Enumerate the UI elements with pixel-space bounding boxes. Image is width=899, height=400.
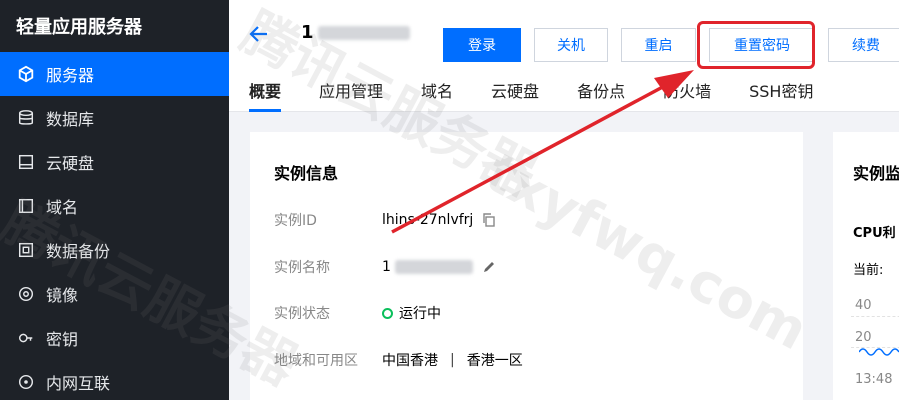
current-label: 当前: [853, 263, 884, 278]
cube-icon [16, 64, 36, 84]
zone-text: 香港一区 [466, 353, 523, 369]
sidebar-item-label: 服务器 [46, 66, 95, 85]
login-button[interactable]: 登录 [443, 28, 521, 62]
tab-bar: 概要 应用管理 域名 云硬盘 备份点 防火墙 SSH密钥 [249, 78, 851, 112]
tab-app-management[interactable]: 应用管理 [319, 78, 383, 112]
status-indicator-icon [382, 307, 393, 319]
cpu-usage-label: CPU利 [853, 226, 896, 241]
app-brand: 轻量应用服务器 [16, 17, 142, 38]
network-icon [16, 372, 36, 392]
disk-icon [16, 152, 36, 172]
monitor-title: 实例监 [853, 164, 899, 183]
instance-region-value: 中国香港 | 香港一区 [382, 350, 523, 370]
sidebar-item-backup[interactable]: 数据备份 [0, 228, 229, 272]
sidebar-item-label: 镜像 [46, 286, 79, 305]
instance-region-label: 地域和可用区 [274, 353, 358, 369]
backup-icon [16, 240, 36, 260]
instance-id-label: 实例ID [274, 213, 317, 229]
renew-button[interactable]: 续费 [828, 28, 899, 62]
image-icon [16, 284, 36, 304]
sidebar-item-label: 数据备份 [46, 242, 111, 261]
restart-button[interactable]: 重启 [621, 28, 696, 62]
instance-monitor-card: 实例监 CPU利 当前: 40 20 13:48 [833, 132, 899, 400]
sidebar-item-network[interactable]: 内网互联 [0, 360, 229, 400]
tab-firewall[interactable]: 防火墙 [663, 78, 711, 112]
sidebar-item-image[interactable]: 镜像 [0, 272, 229, 316]
tab-backup[interactable]: 备份点 [577, 78, 625, 112]
sidebar-item-key[interactable]: 密钥 [0, 316, 229, 360]
sidebar-item-label: 密钥 [46, 330, 79, 349]
shutdown-button[interactable]: 关机 [534, 28, 608, 62]
region-text: 中国香港 [382, 353, 438, 369]
axis-tick-20: 20 [855, 330, 872, 345]
sidebar-item-label: 数据库 [46, 110, 95, 129]
region-separator: | [450, 352, 455, 368]
instance-id-value: lhins-27nlvfrj [382, 212, 497, 228]
sidebar-item-domain[interactable]: 域名 [0, 184, 229, 228]
tab-overview[interactable]: 概要 [249, 78, 282, 112]
instance-title: 1 [301, 22, 410, 43]
copy-icon[interactable] [481, 212, 497, 228]
instance-name-text: 1 [382, 259, 391, 275]
main-content: 1 登录 关机 重启 重置密码 续费 概要 应用管理 域名 云硬盘 备份点 防火… [229, 0, 899, 400]
sidebar-item-servers[interactable]: 服务器 [0, 52, 229, 96]
instance-status-label: 实例状态 [274, 306, 330, 322]
tab-domain[interactable]: 域名 [421, 78, 453, 112]
sidebar-item-database[interactable]: 数据库 [0, 96, 229, 140]
tab-ssh-key[interactable]: SSH密钥 [749, 78, 813, 112]
instance-header: 1 登录 关机 重启 重置密码 续费 概要 应用管理 域名 云硬盘 备份点 防火… [229, 0, 899, 112]
status-text: 运行中 [399, 306, 441, 322]
instance-name-value: 1 [382, 259, 497, 275]
instance-id-row: 实例ID lhins-27nlvfrj [274, 208, 497, 232]
arrow-left-icon[interactable] [247, 22, 271, 46]
redacted-text [317, 25, 410, 40]
sidebar-item-label: 域名 [46, 198, 79, 217]
domain-icon [16, 196, 36, 216]
database-icon [16, 108, 36, 128]
key-icon [16, 328, 36, 348]
instance-status-value: 运行中 [382, 303, 441, 323]
sidebar-item-label: 云硬盘 [46, 154, 95, 173]
pencil-icon[interactable] [481, 259, 497, 275]
sidebar: 轻量应用服务器 服务器 数据库 云硬盘 域名 数据备份 镜像 密钥 内网互联 [0, 0, 229, 400]
instance-id-text: lhins-27nlvfrj [382, 212, 474, 228]
sidebar-item-cloud-disk[interactable]: 云硬盘 [0, 140, 229, 184]
time-label: 13:48 [855, 372, 893, 387]
action-bar: 登录 关机 重启 重置密码 续费 [443, 28, 899, 62]
instance-info-title: 实例信息 [274, 164, 339, 183]
sidebar-item-label: 内网互联 [46, 374, 111, 393]
instance-name-label: 实例名称 [274, 260, 330, 276]
tab-cloud-disk[interactable]: 云硬盘 [491, 78, 539, 112]
axis-tick-40: 40 [855, 298, 872, 313]
reset-password-button[interactable]: 重置密码 [709, 28, 815, 62]
instance-region-row: 地域和可用区 中国香港 | 香港一区 [274, 348, 523, 372]
grid-line [851, 316, 899, 317]
instance-status-row: 实例状态 运行中 [274, 301, 441, 325]
instance-info-card: 实例信息 实例ID lhins-27nlvfrj 实例名称 1 实例状态 运行中… [250, 132, 803, 400]
instance-name-row: 实例名称 1 [274, 255, 497, 279]
instance-title-prefix: 1 [301, 22, 314, 43]
cpu-sparkline [859, 348, 899, 356]
redacted-text [394, 260, 473, 274]
